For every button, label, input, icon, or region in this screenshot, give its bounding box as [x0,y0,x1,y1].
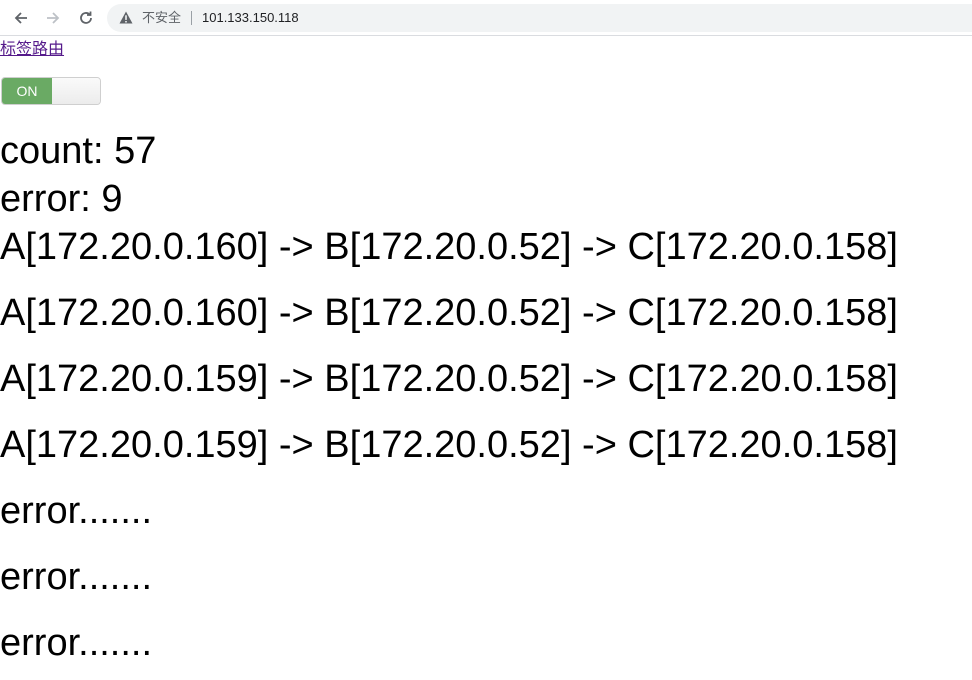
result-line: A[172.20.0.159] -> B[172.20.0.52] -> C[1… [0,424,898,466]
result-line: A[172.20.0.160] -> B[172.20.0.52] -> C[1… [0,226,898,268]
result-line: A[172.20.0.159] -> B[172.20.0.52] -> C[1… [0,358,898,400]
result-line: A[172.20.0.160] -> B[172.20.0.52] -> C[1… [0,292,898,334]
back-arrow-icon[interactable] [10,7,32,29]
result-line: error....... [0,622,153,664]
result-line: error....... [0,556,153,598]
forward-arrow-icon[interactable] [42,7,64,29]
url-text[interactable]: 101.133.150.118 [202,10,299,26]
toggle-handle[interactable] [52,78,100,104]
browser-toolbar: 不安全 101.133.150.118 [0,0,972,36]
error-stat: error: 9 [0,178,123,220]
address-bar[interactable]: 不安全 101.133.150.118 [107,4,972,32]
toggle-on-label: ON [2,78,52,104]
address-separator [191,11,192,25]
on-off-toggle[interactable]: ON [1,77,101,105]
result-line: error....... [0,490,153,532]
reload-icon[interactable] [75,7,97,29]
tag-routing-link[interactable]: 标签路由 [0,39,64,59]
warning-icon[interactable] [119,11,133,29]
count-stat: count: 57 [0,130,157,172]
security-label[interactable]: 不安全 [142,10,181,26]
